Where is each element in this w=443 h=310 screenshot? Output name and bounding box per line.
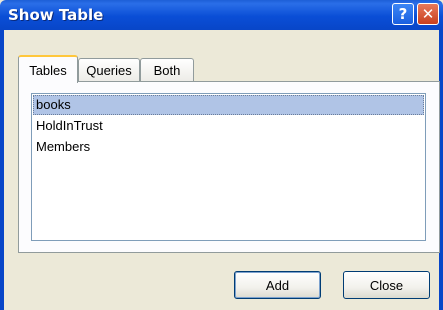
title-close-button[interactable]: ✕ <box>417 3 439 25</box>
table-listbox[interactable]: books HoldInTrust Members <box>31 93 426 241</box>
tab-both[interactable]: Both <box>140 58 194 82</box>
help-button[interactable]: ? <box>392 3 414 25</box>
dialog-title: Show Table <box>8 6 104 24</box>
close-button[interactable]: Close <box>343 271 430 299</box>
window-frame-left <box>0 30 4 310</box>
show-table-dialog: Show Table ? ✕ Tables Queries Both books… <box>0 0 443 310</box>
tab-queries[interactable]: Queries <box>78 58 140 82</box>
list-item-holdintrust[interactable]: HoldInTrust <box>33 116 424 136</box>
help-icon: ? <box>398 5 408 23</box>
title-bar[interactable]: Show Table ? ✕ <box>0 0 443 30</box>
list-item-books[interactable]: books <box>33 95 424 115</box>
list-item-members[interactable]: Members <box>33 137 424 157</box>
tab-tables[interactable]: Tables <box>18 55 78 83</box>
add-button[interactable]: Add <box>234 271 321 299</box>
close-icon: ✕ <box>421 5 435 23</box>
tab-panel: books HoldInTrust Members <box>18 81 440 253</box>
